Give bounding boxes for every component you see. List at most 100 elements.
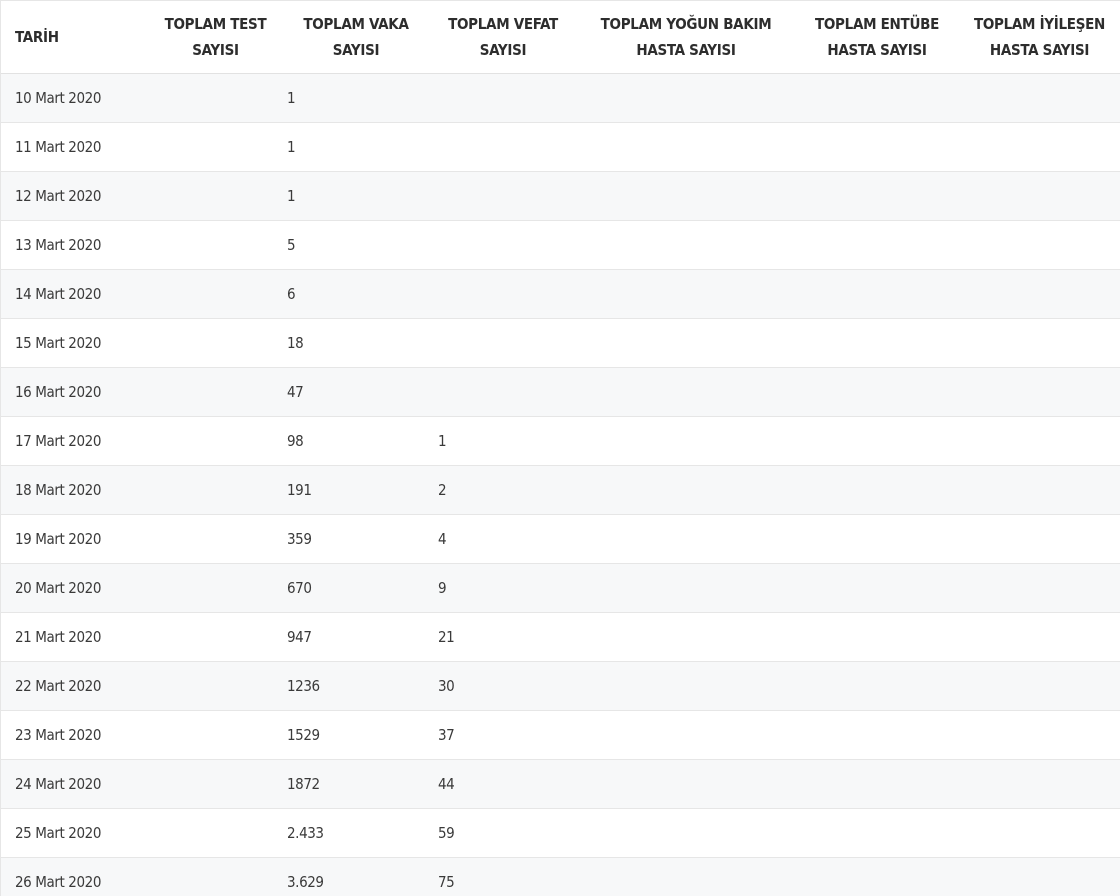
cell-total-recovered: [959, 170, 1120, 220]
cell-total-intensive-care: [577, 856, 795, 896]
cell-total-intensive-care: [577, 464, 795, 514]
cell-total-tests: [148, 121, 283, 171]
cell-total-recovered: [959, 72, 1120, 122]
cell-total-recovered: [959, 464, 1120, 514]
cell-total-deaths: [429, 317, 577, 367]
cell-total-intensive-care: [577, 758, 795, 808]
cell-total-recovered: [959, 562, 1120, 612]
cell-total-intubated: [795, 660, 959, 710]
cell-total-tests: [148, 170, 283, 220]
cell-total-intensive-care: [577, 170, 795, 220]
column-header-total-intensive-care: TOPLAM YOĞUN BAKIM HASTA SAYISI: [577, 1, 795, 74]
cell-total-recovered: [959, 415, 1120, 465]
table-row: 23 Mart 2020 1529 37: [1, 709, 1120, 759]
cell-total-tests: [148, 807, 283, 857]
cell-total-intensive-care: [577, 317, 795, 367]
cell-total-cases: 6: [283, 268, 429, 318]
table-row: 11 Mart 2020 1: [1, 121, 1120, 171]
column-header-total-recovered: TOPLAM İYİLEŞEN HASTA SAYISI: [959, 1, 1120, 74]
cell-total-intubated: [795, 856, 959, 896]
cell-total-deaths: 30: [429, 660, 577, 710]
cell-total-deaths: 2: [429, 464, 577, 514]
cell-date: 16 Mart 2020: [1, 366, 148, 416]
table-row: 15 Mart 2020 18: [1, 317, 1120, 367]
cell-total-deaths: [429, 268, 577, 318]
cell-total-recovered: [959, 121, 1120, 171]
column-header-date: TARİH: [1, 1, 148, 74]
cell-total-intubated: [795, 121, 959, 171]
cell-total-intubated: [795, 562, 959, 612]
cell-date: 19 Mart 2020: [1, 513, 148, 563]
cell-total-cases: 670: [283, 562, 429, 612]
cell-total-tests: [148, 415, 283, 465]
cell-date: 10 Mart 2020: [1, 72, 148, 122]
cell-total-recovered: [959, 611, 1120, 661]
cell-total-intubated: [795, 464, 959, 514]
cell-total-intubated: [795, 807, 959, 857]
cell-date: 20 Mart 2020: [1, 562, 148, 612]
cell-total-deaths: [429, 219, 577, 269]
cell-date: 15 Mart 2020: [1, 317, 148, 367]
cell-total-intubated: [795, 366, 959, 416]
column-header-total-tests: TOPLAM TEST SAYISI: [148, 1, 283, 74]
cell-total-recovered: [959, 856, 1120, 896]
cell-total-cases: 3.629: [283, 856, 429, 896]
cell-total-intensive-care: [577, 660, 795, 710]
cell-total-recovered: [959, 317, 1120, 367]
cell-total-deaths: 44: [429, 758, 577, 808]
table-row: 26 Mart 2020 3.629 75: [1, 856, 1120, 896]
cell-total-tests: [148, 562, 283, 612]
cell-total-intensive-care: [577, 366, 795, 416]
cell-total-intubated: [795, 72, 959, 122]
table-row: 19 Mart 2020 359 4: [1, 513, 1120, 563]
cell-total-cases: 1236: [283, 660, 429, 710]
cell-date: 22 Mart 2020: [1, 660, 148, 710]
table-row: 22 Mart 2020 1236 30: [1, 660, 1120, 710]
table-row: 17 Mart 2020 98 1: [1, 415, 1120, 465]
cell-total-intensive-care: [577, 807, 795, 857]
cell-date: 21 Mart 2020: [1, 611, 148, 661]
cell-total-cases: 1: [283, 121, 429, 171]
table-row: 21 Mart 2020 947 21: [1, 611, 1120, 661]
cell-total-tests: [148, 660, 283, 710]
cell-total-recovered: [959, 513, 1120, 563]
cell-date: 14 Mart 2020: [1, 268, 148, 318]
cell-total-tests: [148, 709, 283, 759]
cell-total-recovered: [959, 219, 1120, 269]
table-row: 16 Mart 2020 47: [1, 366, 1120, 416]
cell-date: 17 Mart 2020: [1, 415, 148, 465]
cell-total-intubated: [795, 170, 959, 220]
cell-total-recovered: [959, 366, 1120, 416]
cell-total-tests: [148, 366, 283, 416]
cell-total-intubated: [795, 219, 959, 269]
cell-total-intubated: [795, 268, 959, 318]
cell-date: 13 Mart 2020: [1, 219, 148, 269]
cell-total-intensive-care: [577, 268, 795, 318]
cell-total-cases: 1529: [283, 709, 429, 759]
cell-total-deaths: [429, 72, 577, 122]
cell-total-tests: [148, 219, 283, 269]
cell-date: 18 Mart 2020: [1, 464, 148, 514]
cell-total-intubated: [795, 758, 959, 808]
table-row: 12 Mart 2020 1: [1, 170, 1120, 220]
cell-date: 23 Mart 2020: [1, 709, 148, 759]
cell-total-cases: 5: [283, 219, 429, 269]
cell-total-intensive-care: [577, 415, 795, 465]
cell-total-deaths: [429, 170, 577, 220]
table-row: 13 Mart 2020 5: [1, 219, 1120, 269]
cell-total-tests: [148, 856, 283, 896]
cell-total-intensive-care: [577, 709, 795, 759]
table-header: TARİH TOPLAM TEST SAYISI TOPLAM VAKA SAY…: [1, 1, 1120, 74]
cell-total-intubated: [795, 611, 959, 661]
column-header-total-cases: TOPLAM VAKA SAYISI: [283, 1, 429, 74]
cell-total-intensive-care: [577, 121, 795, 171]
cell-total-recovered: [959, 660, 1120, 710]
cell-total-tests: [148, 464, 283, 514]
cell-total-cases: 1872: [283, 758, 429, 808]
cell-total-cases: 191: [283, 464, 429, 514]
cell-total-intensive-care: [577, 513, 795, 563]
cell-total-cases: 1: [283, 170, 429, 220]
cell-total-cases: 18: [283, 317, 429, 367]
cell-total-intensive-care: [577, 219, 795, 269]
cell-total-tests: [148, 268, 283, 318]
